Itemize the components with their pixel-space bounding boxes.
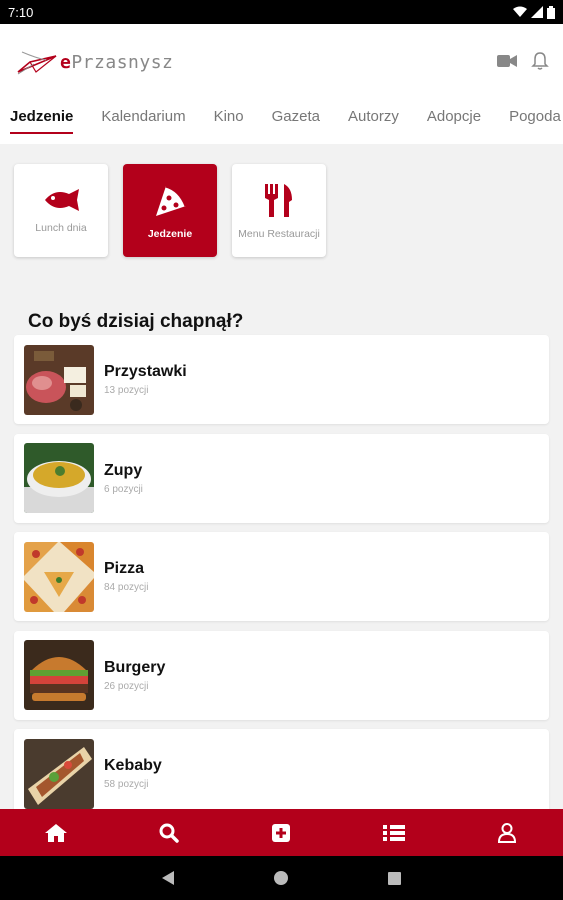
nav-list-button[interactable] bbox=[374, 813, 414, 853]
back-icon[interactable] bbox=[162, 871, 174, 885]
bell-icon[interactable] bbox=[531, 51, 549, 71]
pizza-slice-icon bbox=[156, 184, 188, 216]
tab-kino[interactable]: Kino bbox=[200, 104, 258, 144]
header-actions bbox=[497, 51, 549, 71]
zupy-thumbnail bbox=[24, 443, 94, 513]
search-icon bbox=[159, 823, 179, 843]
home-icon bbox=[45, 823, 68, 842]
przystawki-thumbnail bbox=[24, 344, 94, 415]
burgery-thumbnail bbox=[24, 640, 94, 710]
add-icon bbox=[272, 823, 291, 842]
tab-adopcje[interactable]: Adopcje bbox=[413, 104, 495, 144]
tab-pogoda[interactable]: Pogoda bbox=[495, 104, 563, 144]
video-icon[interactable] bbox=[497, 54, 517, 68]
item-text: Pizza 84 pozycji bbox=[104, 560, 148, 593]
nav-add-button[interactable] bbox=[261, 813, 301, 853]
item-name: Zupy bbox=[104, 461, 143, 479]
item-name: Burgery bbox=[104, 658, 166, 676]
item-text: Zupy 6 pozycji bbox=[104, 462, 143, 495]
status-bar: 7:10 bbox=[0, 0, 563, 24]
status-time: 7:10 bbox=[8, 4, 34, 20]
nav-home-button[interactable] bbox=[36, 813, 76, 853]
home-circle-icon[interactable] bbox=[274, 871, 288, 885]
nav-search-button[interactable] bbox=[149, 813, 189, 853]
item-count: 58 pozycji bbox=[104, 779, 149, 790]
category-cards: Lunch dnia Jedzenie Menu Restauracji bbox=[14, 164, 326, 257]
tab-kalendarium[interactable]: Kalendarium bbox=[87, 104, 199, 144]
item-name: Przystawki bbox=[104, 363, 187, 380]
list-icon bbox=[383, 824, 406, 841]
battery-icon bbox=[547, 5, 555, 19]
item-count: 13 pozycji bbox=[104, 385, 149, 396]
item-count: 6 pozycji bbox=[104, 483, 143, 495]
wifi-icon bbox=[513, 6, 527, 17]
logo-text: ePrzasnysz bbox=[60, 51, 174, 73]
item-count: 26 pozycji bbox=[104, 680, 149, 692]
list-item-zupy[interactable]: Zupy 6 pozycji bbox=[14, 433, 549, 523]
app-header: ePrzasnysz Jedzenie Kalendarium Kino Gaz… bbox=[0, 24, 563, 144]
tab-jedzenie[interactable]: Jedzenie bbox=[0, 104, 87, 144]
item-text: Kebaby 58 pozycji bbox=[104, 757, 162, 790]
item-text: Przystawki 13 pozycji bbox=[104, 363, 187, 396]
logo[interactable]: ePrzasnysz bbox=[16, 48, 173, 76]
category-label: Menu Restauracji bbox=[238, 227, 320, 240]
item-name: Kebaby bbox=[104, 757, 162, 774]
kebaby-thumbnail bbox=[24, 738, 94, 809]
logo-plane-icon bbox=[17, 51, 57, 75]
item-name: Pizza bbox=[104, 560, 145, 577]
tab-autorzy[interactable]: Autorzy bbox=[334, 104, 413, 144]
cutlery-icon bbox=[265, 183, 292, 217]
item-count: 84 pozycji bbox=[104, 582, 149, 593]
bottom-nav bbox=[0, 809, 563, 856]
status-icons bbox=[513, 5, 555, 19]
tab-bar: Jedzenie Kalendarium Kino Gazeta Autorzy… bbox=[0, 104, 563, 144]
signal-icon bbox=[531, 6, 543, 18]
list-item-pizza[interactable]: Pizza 84 pozycji bbox=[14, 532, 549, 621]
system-nav-bar bbox=[0, 856, 563, 900]
pizza-thumbnail bbox=[24, 541, 94, 612]
nav-profile-button[interactable] bbox=[487, 813, 527, 853]
item-text: Burgery 26 pozycji bbox=[104, 659, 165, 692]
category-jedzenie[interactable]: Jedzenie bbox=[123, 164, 217, 257]
tab-gazeta[interactable]: Gazeta bbox=[258, 104, 334, 144]
list-item-kebaby[interactable]: Kebaby 58 pozycji bbox=[14, 729, 549, 818]
category-label: Jedzenie bbox=[147, 227, 193, 240]
list-item-przystawki[interactable]: Przystawki 13 pozycji bbox=[14, 335, 549, 424]
user-icon bbox=[497, 822, 516, 843]
category-lunch-dnia[interactable]: Lunch dnia bbox=[14, 164, 108, 257]
food-category-list: Przystawki 13 pozycji Zupy 6 pozycji Piz… bbox=[14, 335, 549, 828]
category-menu-restauracji[interactable]: Menu Restauracji bbox=[232, 164, 326, 257]
fish-icon bbox=[45, 188, 79, 211]
list-item-burgery[interactable]: Burgery 26 pozycji bbox=[14, 630, 549, 720]
category-label: Lunch dnia bbox=[35, 221, 87, 234]
section-title: Co byś dzisiaj chapnął? bbox=[28, 311, 244, 332]
recents-icon[interactable] bbox=[388, 871, 401, 885]
